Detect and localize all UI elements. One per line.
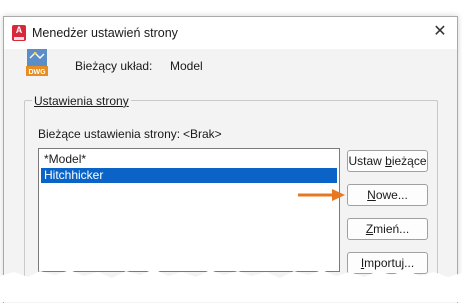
new-button[interactable]: Nowe... — [347, 184, 428, 206]
current-page-setup-label: Bieżące ustawienia strony: — [38, 127, 181, 141]
set-current-label-post: ieżące — [391, 154, 427, 168]
new-accelerator: N — [367, 188, 376, 202]
dwg-file-icon: DWG — [26, 49, 48, 76]
modify-label-post: mień... — [373, 222, 410, 236]
close-button[interactable]: ✕ — [431, 23, 449, 41]
dwg-icon-text: DWG — [28, 69, 46, 76]
modify-button[interactable]: Zmień... — [347, 218, 428, 240]
autocad-app-icon: A — [12, 25, 26, 41]
page-setups-group-label: Ustawienia strony — [32, 94, 131, 108]
set-current-accelerator: b — [385, 154, 392, 168]
new-label-post: owe... — [375, 188, 408, 202]
callout-arrow-icon — [298, 189, 345, 201]
torn-edge-decoration — [0, 269, 462, 302]
title-bar: A Menedżer ustawień strony ✕ — [4, 17, 457, 49]
window-title: Menedżer ustawień strony — [32, 26, 178, 40]
current-layout-label: Bieżący układ: — [75, 59, 153, 73]
current-layout-value: Model — [170, 59, 203, 73]
current-page-setup-value: <Brak> — [183, 127, 222, 141]
list-item-model[interactable]: *Model* — [41, 152, 337, 167]
list-item-hitchhicker[interactable]: Hitchhicker — [41, 168, 337, 183]
set-current-label-pre: Ustaw — [348, 154, 386, 168]
app-icon-letter: A — [15, 25, 23, 35]
page-setups-listbox[interactable]: *Model* Hitchhicker — [38, 148, 340, 272]
set-current-button[interactable]: Ustaw bieżące — [347, 150, 428, 172]
